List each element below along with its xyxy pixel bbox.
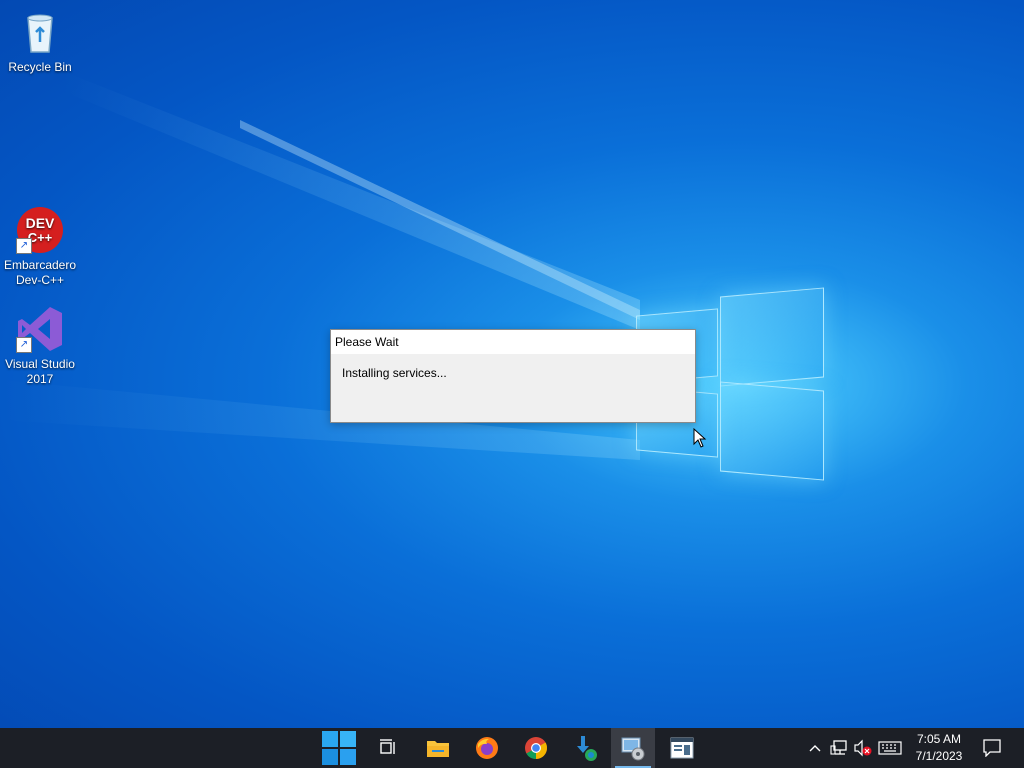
network-button[interactable] xyxy=(828,728,850,768)
icon-label: Recycle Bin xyxy=(8,60,72,74)
chevron-up-icon xyxy=(809,745,821,752)
app-window-icon xyxy=(670,737,694,759)
chrome-button[interactable] xyxy=(514,728,558,768)
volume-button[interactable] xyxy=(852,728,874,768)
setup-icon xyxy=(621,737,645,761)
notification-icon xyxy=(983,739,1001,757)
notifications-button[interactable] xyxy=(976,728,1008,768)
volume-muted-icon xyxy=(854,739,872,757)
file-explorer-icon xyxy=(427,741,449,757)
firefox-button[interactable] xyxy=(465,728,509,768)
task-view-icon xyxy=(380,739,395,754)
icon-label: Visual Studio 2017 xyxy=(5,357,75,386)
desktop-icon-devcpp[interactable]: DEV C++ ↗ Embarcadero Dev-C++ xyxy=(0,206,80,288)
task-view-button[interactable] xyxy=(366,728,410,768)
touch-keyboard-button[interactable] xyxy=(876,728,904,768)
desktop-icon-visual-studio[interactable]: ↗ Visual Studio 2017 xyxy=(0,305,80,387)
start-button[interactable] xyxy=(317,728,361,768)
file-explorer-button[interactable] xyxy=(416,728,460,768)
dialog-title: Please Wait xyxy=(331,330,695,354)
show-hidden-icons-button[interactable] xyxy=(805,728,825,768)
edge-installer-icon xyxy=(577,736,597,761)
app-window-button[interactable] xyxy=(660,728,704,768)
desktop: Recycle Bin DEV C++ ↗ Embarcadero Dev-C+… xyxy=(0,0,1024,728)
taskbar: 7:05 AM 7/1/2023 xyxy=(0,728,1024,768)
mouse-cursor-icon xyxy=(693,428,707,448)
dialog-message: Installing services... xyxy=(342,366,447,380)
clock-date: 7/1/2023 xyxy=(915,749,963,763)
devcpp-icon: DEV C++ ↗ xyxy=(16,206,64,254)
visual-studio-icon: ↗ xyxy=(16,305,64,353)
shortcut-arrow-icon: ↗ xyxy=(16,337,32,353)
icon-label: Embarcadero Dev-C++ xyxy=(3,258,77,287)
clock-time: 7:05 AM xyxy=(916,732,962,746)
shortcut-arrow-icon: ↗ xyxy=(16,238,32,254)
keyboard-icon xyxy=(878,741,902,755)
start-icon xyxy=(322,731,356,765)
edge-installer-button[interactable] xyxy=(563,728,607,768)
chrome-icon xyxy=(525,737,547,759)
recycle-bin-icon xyxy=(16,8,64,56)
svg-text:DEV: DEV xyxy=(26,215,55,231)
setup-button[interactable] xyxy=(611,728,655,768)
firefox-icon xyxy=(476,737,498,759)
desktop-icon-recycle-bin[interactable]: Recycle Bin xyxy=(0,8,80,75)
clock[interactable]: 7:05 AM 7/1/2023 xyxy=(904,731,974,765)
network-icon xyxy=(830,740,847,755)
please-wait-dialog[interactable]: Please Wait Installing services... xyxy=(330,329,696,423)
